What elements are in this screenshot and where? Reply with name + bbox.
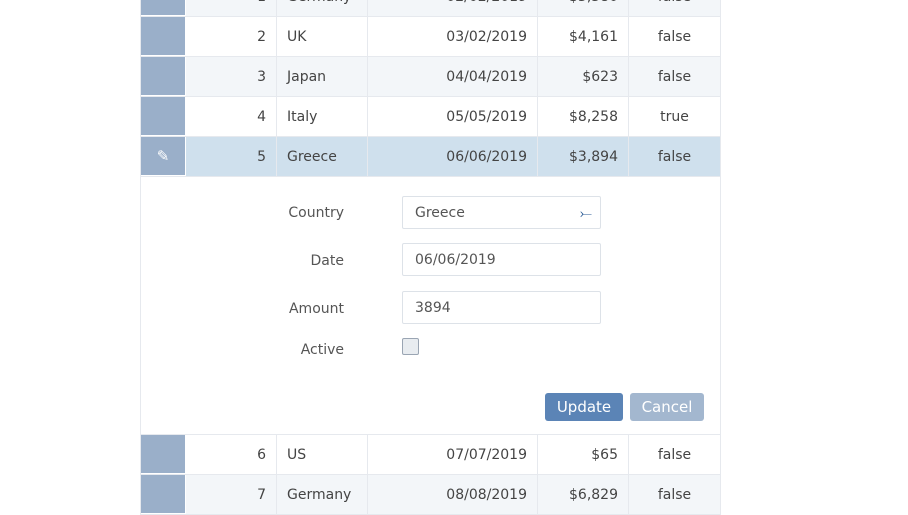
cell-id: 3 bbox=[186, 57, 277, 96]
date-input[interactable]: 06/06/2019 bbox=[402, 243, 601, 276]
cell-date: 04/04/2019 bbox=[368, 57, 538, 96]
cell-active: false bbox=[657, 486, 692, 503]
cell-country: UK bbox=[277, 17, 368, 56]
row-handle[interactable]: ✎ bbox=[141, 137, 186, 176]
cell-country: Italy bbox=[277, 97, 368, 136]
cell-date: 08/08/2019 bbox=[368, 475, 538, 514]
row-handle[interactable] bbox=[141, 17, 186, 56]
table-row[interactable]: 6 US 07/07/2019 $65 false bbox=[141, 435, 720, 475]
active-checkbox[interactable] bbox=[402, 338, 419, 355]
cell-active: false bbox=[657, 446, 692, 463]
cell-active: false bbox=[657, 68, 692, 85]
edit-form: Country Greece ⤚ Date 06/06/2019 Amount … bbox=[141, 177, 720, 435]
cell-id: 6 bbox=[186, 435, 277, 474]
cursor-icon: ⤚ bbox=[579, 203, 592, 222]
table-row[interactable]: 7 Germany 08/08/2019 $6,829 false bbox=[141, 475, 720, 515]
cell-country: Germany bbox=[277, 475, 368, 514]
cell-amount: $6,829 bbox=[538, 475, 629, 514]
cell-date: 05/05/2019 bbox=[368, 97, 538, 136]
amount-value: 3894 bbox=[415, 299, 451, 316]
cell-date: 02/02/2019 bbox=[368, 0, 538, 16]
cell-date: 06/06/2019 bbox=[368, 137, 538, 176]
cell-id: 7 bbox=[186, 475, 277, 514]
cell-amount: $4,161 bbox=[538, 17, 629, 56]
cell-id: 1 bbox=[186, 0, 277, 16]
country-value: Greece bbox=[415, 204, 465, 221]
cell-date: 07/07/2019 bbox=[368, 435, 538, 474]
amount-label: Amount bbox=[288, 301, 344, 317]
amount-input[interactable]: 3894 bbox=[402, 291, 601, 324]
date-label: Date bbox=[310, 253, 344, 269]
table-row[interactable]: 3 Japan 04/04/2019 $623 false bbox=[141, 57, 720, 97]
row-handle[interactable] bbox=[141, 97, 186, 136]
cell-country: Japan bbox=[277, 57, 368, 96]
cell-amount: $65 bbox=[538, 435, 629, 474]
cell-country: Germany bbox=[277, 0, 368, 16]
cell-id: 2 bbox=[186, 17, 277, 56]
row-handle[interactable] bbox=[141, 0, 186, 16]
cell-id: 4 bbox=[186, 97, 277, 136]
row-handle[interactable] bbox=[141, 475, 186, 514]
cell-amount: $3,894 bbox=[538, 137, 629, 176]
cell-country: US bbox=[277, 435, 368, 474]
data-grid: 1Germany02/02/2019$3,580false2UK03/02/20… bbox=[140, 0, 721, 515]
edit-icon[interactable]: ✎ bbox=[157, 147, 170, 165]
cell-active: true bbox=[660, 108, 689, 125]
cell-active: false bbox=[657, 28, 692, 45]
table-row[interactable]: 4 Italy 05/05/2019 $8,258 true bbox=[141, 97, 720, 137]
date-value: 06/06/2019 bbox=[415, 251, 496, 268]
row-handle[interactable] bbox=[141, 57, 186, 96]
cell-amount: $8,258 bbox=[538, 97, 629, 136]
table-row[interactable]: 1Germany02/02/2019$3,580false bbox=[141, 0, 720, 17]
country-label: Country bbox=[288, 205, 344, 221]
cell-id: 5 bbox=[186, 137, 277, 176]
cell-date: 03/02/2019 bbox=[368, 17, 538, 56]
table-row[interactable]: ✎ 5 Greece 06/06/2019 $3,894 false bbox=[141, 137, 720, 177]
cancel-button[interactable]: Cancel bbox=[630, 393, 704, 421]
update-button[interactable]: Update bbox=[545, 393, 623, 421]
cell-amount: $623 bbox=[538, 57, 629, 96]
country-combobox[interactable]: Greece ⤚ bbox=[402, 196, 601, 229]
active-label: Active bbox=[300, 342, 344, 358]
cell-country: Greece bbox=[277, 137, 368, 176]
row-handle[interactable] bbox=[141, 435, 186, 474]
table-row[interactable]: 2 UK 03/02/2019 $4,161 false bbox=[141, 17, 720, 57]
cell-active: false bbox=[629, 0, 720, 16]
cell-amount: $3,580 bbox=[538, 0, 629, 16]
cell-active: false bbox=[657, 148, 692, 165]
